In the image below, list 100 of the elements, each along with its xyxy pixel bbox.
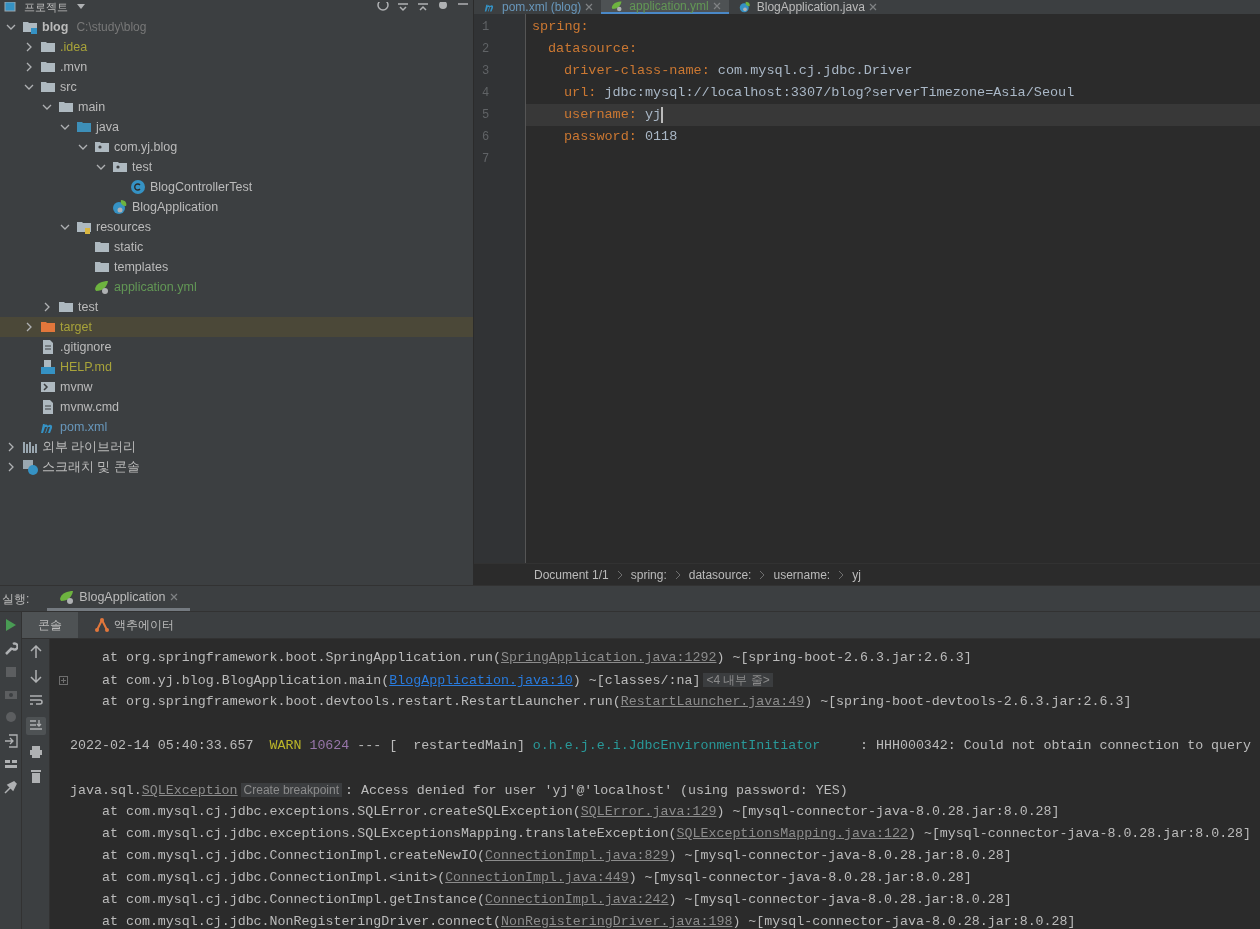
tree-row[interactable]: main bbox=[0, 97, 473, 117]
tree-row[interactable]: BlogControllerTest bbox=[0, 177, 473, 197]
chevron-right-icon[interactable] bbox=[6, 442, 16, 452]
yaml-value: jdbc:mysql://localhost:3307/blog?serverTimezone=Asia/Seoul bbox=[604, 84, 1075, 102]
breadcrumb-item[interactable]: spring: bbox=[630, 565, 667, 584]
chevron-down-icon[interactable] bbox=[42, 102, 52, 112]
source-link[interactable]: ConnectionImpl.java:829 bbox=[485, 848, 669, 863]
console-line: at com.mysql.cj.jdbc.NonRegisteringDriver.connect(NonRegisteringDriver.java:198) ~[mysql-connector-java-8.0.28.jar:8.0.28] bbox=[102, 913, 1076, 929]
chevron-down-icon[interactable] bbox=[6, 22, 16, 32]
yaml-value: yj bbox=[644, 106, 662, 124]
source-link[interactable]: SQLExceptionsMapping.java:122 bbox=[676, 826, 908, 841]
console-tab[interactable]: 콘솔 bbox=[22, 612, 78, 638]
close-icon[interactable] bbox=[868, 3, 877, 11]
expand-all-icon[interactable] bbox=[397, 2, 409, 12]
trash-icon[interactable] bbox=[29, 769, 42, 783]
down-arrow-icon[interactable] bbox=[29, 669, 42, 683]
scroll-to-end-icon[interactable] bbox=[25, 717, 46, 735]
tree-row[interactable]: test bbox=[0, 157, 473, 177]
tree-row[interactable]: com.yj.blog bbox=[0, 137, 473, 157]
tree-row[interactable]: .mvn bbox=[0, 57, 473, 77]
tree-item-label: test bbox=[132, 158, 153, 176]
tree-row[interactable]: .idea bbox=[0, 37, 473, 57]
run-panel-title: 실행: bbox=[1, 590, 31, 608]
print-icon[interactable] bbox=[28, 745, 43, 759]
close-icon[interactable] bbox=[585, 3, 594, 11]
chevron-down-icon[interactable] bbox=[24, 82, 34, 92]
package-icon bbox=[94, 139, 110, 155]
chevron-down-icon[interactable] bbox=[60, 222, 70, 232]
source-link[interactable]: NonRegisteringDriver.java:198 bbox=[501, 914, 733, 929]
yaml-key: datasource: bbox=[548, 38, 638, 60]
tree-row[interactable]: .gitignore bbox=[0, 337, 473, 357]
tree-item-label: com.yj.blog bbox=[114, 138, 178, 156]
breadcrumb-item[interactable]: datasource: bbox=[688, 565, 752, 584]
tree-item-label: .gitignore bbox=[60, 338, 112, 356]
source-link[interactable]: ConnectionImpl.java:449 bbox=[445, 870, 629, 885]
source-link[interactable]: SQLError.java:129 bbox=[580, 804, 717, 819]
tree-row[interactable]: application.yml bbox=[0, 277, 473, 297]
inline-hint: <4 내부 줄> bbox=[703, 673, 773, 687]
tree-item-label: test bbox=[78, 298, 99, 316]
tree-row[interactable]: templates bbox=[0, 257, 473, 277]
source-link[interactable]: SpringApplication.java:1292 bbox=[501, 650, 717, 665]
tree-row[interactable]: mvnw.cmd bbox=[0, 397, 473, 417]
source-link[interactable]: SQLException bbox=[141, 783, 238, 798]
folder-icon bbox=[40, 39, 56, 55]
tree-row[interactable]: test bbox=[0, 297, 473, 317]
tree-row[interactable]: static bbox=[0, 237, 473, 257]
tree-row[interactable]: target bbox=[0, 317, 473, 337]
soft-wrap-icon[interactable] bbox=[28, 693, 43, 707]
tree-row[interactable]: java bbox=[0, 117, 473, 137]
console-line: at com.mysql.cj.jdbc.exceptions.SQLExceptionsMapping.translateException(SQLExceptionsMapping.java:122) ~[mysql-connector-java-8.0.28.jar:8.0.28] bbox=[102, 825, 1252, 843]
console-line: at com.yj.blog.BlogApplication.main(BlogApplication.java:10) ~[classes/:na] <4 내부 줄> bbox=[102, 669, 776, 691]
libraries-icon bbox=[22, 439, 38, 455]
breadcrumb-item[interactable]: yj bbox=[852, 565, 861, 584]
console-tab[interactable]: 액추에이터 bbox=[78, 612, 190, 638]
panel-title[interactable]: 프로젝트 bbox=[24, 1, 68, 13]
run-icon[interactable] bbox=[4, 618, 17, 632]
tree-item-label: src bbox=[60, 78, 77, 96]
console-line: at com.mysql.cj.jdbc.ConnectionImpl.<init>(ConnectionImpl.java:449) ~[mysql-connector-java-8.0.28.jar:8.0.28] bbox=[102, 869, 972, 887]
exit-icon[interactable] bbox=[3, 734, 18, 748]
up-arrow-icon[interactable] bbox=[29, 645, 42, 659]
tree-item-label: target bbox=[60, 318, 92, 336]
tree-row[interactable]: BlogApplication bbox=[0, 197, 473, 217]
source-link[interactable]: RestartLauncher.java:49 bbox=[620, 694, 805, 709]
editor-tab[interactable]: pom.xml (blog) bbox=[474, 0, 602, 14]
layout-icon[interactable] bbox=[3, 758, 18, 770]
breadcrumb-item[interactable]: username: bbox=[773, 565, 831, 584]
chevron-right-icon[interactable] bbox=[24, 62, 34, 72]
editor-tab[interactable]: BlogApplication.java bbox=[728, 0, 885, 14]
dropdown-icon[interactable] bbox=[76, 4, 86, 10]
chevron-right-icon[interactable] bbox=[6, 462, 16, 472]
wrench-icon[interactable] bbox=[3, 642, 18, 656]
tree-row[interactable]: 스크래치 및 콘솔 bbox=[0, 457, 473, 477]
close-icon[interactable] bbox=[169, 593, 178, 601]
source-link[interactable]: BlogApplication.java:10 bbox=[389, 673, 573, 688]
pin-icon[interactable] bbox=[3, 780, 18, 794]
tree-row[interactable]: 외부 라이브러리 bbox=[0, 437, 473, 457]
chevron-right-icon[interactable] bbox=[24, 42, 34, 52]
source-link[interactable]: ConnectionImpl.java:242 bbox=[485, 892, 669, 907]
tree-item-label: BlogControllerTest bbox=[150, 178, 253, 196]
spring-class-icon bbox=[112, 199, 128, 215]
chevron-right-icon[interactable] bbox=[24, 322, 34, 332]
chevron-down-icon[interactable] bbox=[96, 162, 106, 172]
tree-row[interactable]: mvnw bbox=[0, 377, 473, 397]
chevron-down-icon[interactable] bbox=[78, 142, 88, 152]
tree-row[interactable]: blog C:\study\blog bbox=[0, 17, 473, 37]
tree-row[interactable]: HELP.md bbox=[0, 357, 473, 377]
spring-config-icon bbox=[94, 279, 110, 295]
chevron-down-icon[interactable] bbox=[60, 122, 70, 132]
yaml-key: spring: bbox=[532, 16, 589, 38]
tree-row[interactable]: pom.xml bbox=[0, 417, 473, 437]
tree-row[interactable]: resources bbox=[0, 217, 473, 237]
console-line: java.sql.SQLException Create breakpoint : Access denied for user 'yj'@'localhost' (using password: YES) bbox=[70, 782, 848, 800]
yaml-value: com.mysql.cj.jdbc.Driver bbox=[717, 62, 913, 80]
breadcrumb-item[interactable]: Document 1/1 bbox=[534, 565, 609, 584]
expand-icon[interactable] bbox=[58, 675, 68, 685]
file-icon bbox=[40, 339, 56, 355]
tree-row[interactable]: src bbox=[0, 77, 473, 97]
package-icon bbox=[112, 159, 128, 175]
collapse-all-icon[interactable] bbox=[417, 2, 429, 12]
chevron-right-icon[interactable] bbox=[42, 302, 52, 312]
